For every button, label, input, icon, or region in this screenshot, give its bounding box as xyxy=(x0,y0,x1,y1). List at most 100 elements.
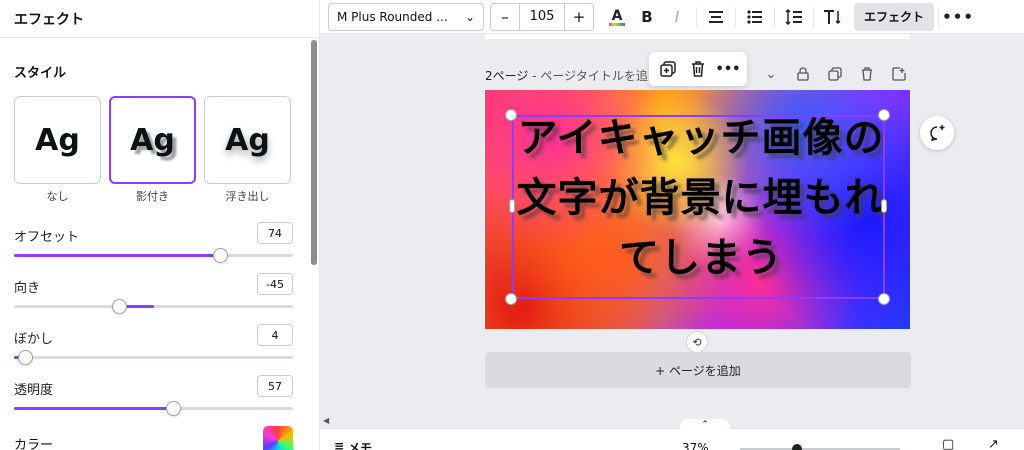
blur-value-input[interactable]: 4 xyxy=(257,324,293,346)
toolbar-divider xyxy=(813,6,814,27)
chevron-down-icon[interactable]: ⌄ xyxy=(760,64,782,84)
panel-title: エフェクト xyxy=(0,0,319,38)
notes-button[interactable]: ≡ メモ xyxy=(334,439,372,450)
offset-value-input[interactable]: 74 xyxy=(257,222,293,244)
notes-label: メモ xyxy=(348,441,373,450)
blur-label: ぼかし xyxy=(14,332,54,347)
page-actions: ⌄ xyxy=(760,64,910,84)
font-family-select[interactable]: M Plus Rounded ... ⌄ xyxy=(328,2,484,31)
offset-slider-knob[interactable] xyxy=(213,248,229,263)
add-comment-icon[interactable] xyxy=(920,116,954,150)
resize-handle-top-right[interactable] xyxy=(878,109,890,121)
direction-slider-track[interactable] xyxy=(14,299,293,314)
duplicate-icon[interactable] xyxy=(657,59,679,79)
style-sample-text: Ag xyxy=(35,122,80,158)
font-family-value: M Plus Rounded ... xyxy=(337,9,448,24)
style-sample-text: Ag xyxy=(130,122,175,158)
rotate-icon[interactable]: ⟲ xyxy=(686,331,708,353)
direction-slider-knob[interactable] xyxy=(111,299,127,314)
horizontal-scrollbar[interactable]: ◀ xyxy=(320,416,1024,428)
add-page-button[interactable]: + ページを追加 xyxy=(485,352,911,388)
zoom-slider-knob[interactable] xyxy=(792,444,802,450)
offset-label: オフセット xyxy=(14,230,80,245)
text-color-icon[interactable]: A xyxy=(602,3,632,31)
resize-handle-bottom-left[interactable] xyxy=(505,293,517,305)
effects-button[interactable]: エフェクト xyxy=(854,2,935,31)
resize-handle-bottom-right[interactable] xyxy=(878,293,890,305)
pages-view-icon[interactable]: ▢ xyxy=(942,437,954,450)
resize-handle-left[interactable] xyxy=(509,199,515,213)
toolbar-divider xyxy=(696,6,697,27)
text-size-vertical-icon[interactable] xyxy=(818,3,848,31)
page-title-placeholder: - ページタイトルを追 xyxy=(528,69,648,83)
transparency-slider-knob[interactable] xyxy=(166,401,182,416)
resize-handle-right[interactable] xyxy=(881,199,887,213)
blur-slider-knob[interactable] xyxy=(18,350,34,365)
add-page-icon[interactable] xyxy=(888,64,910,84)
svg-text:A: A xyxy=(612,8,623,24)
color-picker-swatch[interactable] xyxy=(263,426,293,450)
chevron-up-icon[interactable]: ⌃ xyxy=(680,419,730,431)
line-spacing-icon[interactable] xyxy=(779,3,809,31)
style-none-preview[interactable]: Ag xyxy=(14,96,101,184)
resize-handle-top-left[interactable] xyxy=(505,109,517,121)
transparency-label: 透明度 xyxy=(14,383,54,398)
panel-scrollbar[interactable] xyxy=(311,40,317,265)
delete-icon[interactable] xyxy=(687,59,709,79)
italic-icon[interactable]: I xyxy=(662,3,692,31)
effects-panel: エフェクト スタイル Ag なし Ag 影付き Ag 浮き出し オフセット 74 xyxy=(0,0,320,450)
more-options-icon[interactable]: ••• xyxy=(716,59,741,79)
font-size-input[interactable]: 105 xyxy=(519,3,565,30)
page-number: 2ページ xyxy=(485,69,529,83)
chevron-down-icon: ⌄ xyxy=(464,9,475,24)
notes-icon: ≡ xyxy=(334,439,345,450)
lock-icon[interactable] xyxy=(792,64,814,84)
offset-slider-fill xyxy=(14,254,221,257)
toolbar-divider xyxy=(774,6,775,27)
more-options-icon[interactable]: ••• xyxy=(942,3,973,31)
toolbar-divider xyxy=(735,6,736,27)
style-shadow[interactable]: Ag 影付き xyxy=(109,96,196,204)
element-floating-toolbar: ••• xyxy=(649,52,747,86)
style-none[interactable]: Ag なし xyxy=(14,96,101,204)
fullscreen-icon[interactable]: ↗ xyxy=(988,437,999,450)
decrease-size-button[interactable]: – xyxy=(491,4,519,30)
style-sample-text: Ag xyxy=(225,122,270,158)
increase-size-button[interactable]: + xyxy=(565,4,593,30)
style-lift-label: 浮き出し xyxy=(225,190,270,203)
color-row: カラー xyxy=(14,426,293,450)
blur-slider-row: ぼかし 4 xyxy=(14,324,293,375)
offset-slider-track[interactable] xyxy=(14,248,293,263)
align-center-icon[interactable] xyxy=(701,3,731,31)
font-size-stepper: – 105 + xyxy=(490,2,594,31)
selection-box xyxy=(512,115,885,299)
offset-slider-row: オフセット 74 xyxy=(14,222,293,273)
transparency-slider-track[interactable] xyxy=(14,401,293,416)
bold-icon[interactable]: B xyxy=(632,3,662,31)
direction-label: 向き xyxy=(14,281,41,296)
transparency-value-input[interactable]: 57 xyxy=(257,375,293,397)
transparency-slider-fill xyxy=(14,407,174,410)
style-shadow-label: 影付き xyxy=(136,190,169,203)
toolbar-divider xyxy=(938,6,940,27)
style-none-label: なし xyxy=(46,190,69,203)
style-section-title: スタイル xyxy=(14,66,67,81)
bullet-list-icon[interactable] xyxy=(740,3,770,31)
delete-page-icon[interactable] xyxy=(856,64,878,84)
transparency-slider-row: 透明度 57 xyxy=(14,375,293,426)
style-options: Ag なし Ag 影付き Ag 浮き出し xyxy=(14,96,293,204)
duplicate-page-icon[interactable] xyxy=(824,64,846,84)
style-shadow-preview[interactable]: Ag xyxy=(109,96,196,184)
direction-value-input[interactable]: -45 xyxy=(257,273,293,295)
blur-slider-track[interactable] xyxy=(14,350,293,365)
footer-bar: ⌃ ≡ メモ 37% ▢ ↗ xyxy=(320,419,1024,450)
text-toolbar: M Plus Rounded ... ⌄ – 105 + A B I エフェクト… xyxy=(320,0,1024,34)
zoom-value[interactable]: 37% xyxy=(682,441,709,450)
style-lift[interactable]: Ag 浮き出し xyxy=(204,96,291,204)
page-title[interactable]: 2ページ - ページタイトルを追 xyxy=(485,67,648,84)
panel-body: スタイル Ag なし Ag 影付き Ag 浮き出し オフセット 74 向き -4… xyxy=(0,38,307,450)
style-lift-preview[interactable]: Ag xyxy=(204,96,291,184)
scroll-left-icon[interactable]: ◀ xyxy=(323,416,329,425)
color-label: カラー xyxy=(14,438,54,450)
direction-slider-row: 向き -45 xyxy=(14,273,293,324)
